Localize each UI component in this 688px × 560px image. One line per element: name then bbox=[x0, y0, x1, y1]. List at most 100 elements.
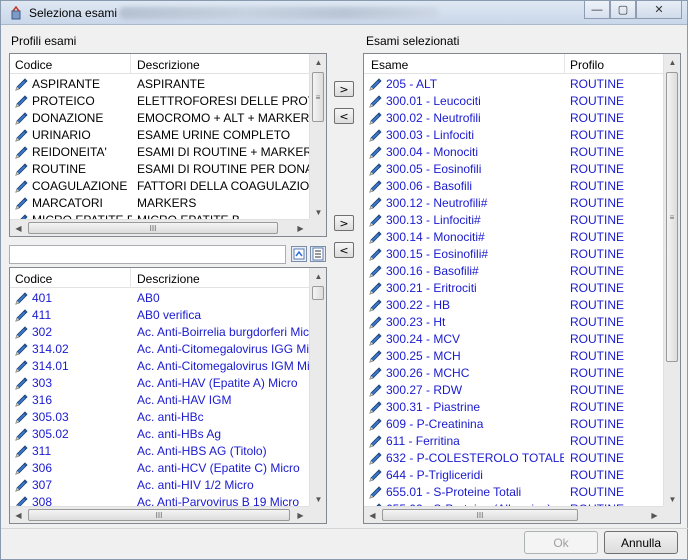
table-row[interactable]: 300.22 - HB ROUTINE bbox=[364, 297, 664, 314]
table-row[interactable]: URINARIO ESAME URINE COMPLETO bbox=[10, 127, 310, 144]
column-header-profilo[interactable]: Profilo bbox=[570, 58, 604, 72]
close-button[interactable]: ✕ bbox=[636, 1, 682, 19]
cell-profile: ROUTINE bbox=[570, 298, 624, 312]
scroll-left-arrow-icon[interactable]: ◀ bbox=[10, 507, 27, 523]
pencil-icon bbox=[368, 77, 383, 92]
scroll-thumb[interactable]: III bbox=[28, 509, 290, 521]
selected-vscroll[interactable]: ▲ ≡ ▼ bbox=[663, 54, 680, 508]
scroll-thumb[interactable]: III bbox=[28, 222, 278, 234]
table-row[interactable]: 303 Ac. Anti-HAV (Epatite A) Micro bbox=[10, 375, 310, 392]
scroll-up-arrow-icon[interactable]: ▲ bbox=[664, 54, 680, 71]
add-exam-button[interactable]: > bbox=[334, 215, 354, 231]
cell-profile: ROUTINE bbox=[570, 400, 624, 414]
table-row[interactable]: MARCATORI MARKERS bbox=[10, 195, 310, 212]
profiles-vscroll[interactable]: ▲ ≡ ▼ bbox=[309, 54, 326, 221]
scroll-up-arrow-icon[interactable]: ▲ bbox=[310, 268, 326, 285]
table-row[interactable]: PROTEICO ELETTROFORESI DELLE PROTEINE bbox=[10, 93, 310, 110]
table-row[interactable]: 632 - P-COLESTEROLO TOTALE ROUTINE bbox=[364, 450, 664, 467]
table-row[interactable]: 314.01 Ac. Anti-Citomegalovirus IGM Micro bbox=[10, 358, 310, 375]
cell-desc: Ac. anti-HIV 1/2 Micro bbox=[137, 478, 254, 492]
table-row[interactable]: 300.25 - MCH ROUTINE bbox=[364, 348, 664, 365]
exam-search-input[interactable] bbox=[9, 245, 286, 264]
table-row[interactable]: 300.23 - Ht ROUTINE bbox=[364, 314, 664, 331]
table-row[interactable]: ROUTINE ESAMI DI ROUTINE PER DONATORI bbox=[10, 161, 310, 178]
scroll-thumb[interactable] bbox=[312, 286, 324, 300]
add-profile-button[interactable]: > bbox=[334, 81, 354, 97]
table-row[interactable]: 300.14 - Monociti# ROUTINE bbox=[364, 229, 664, 246]
cell-profile: ROUTINE bbox=[570, 77, 624, 91]
table-row[interactable]: 302 Ac. Anti-Boirrelia burgdorferi Micro bbox=[10, 324, 310, 341]
table-row[interactable]: DONAZIONE EMOCROMO + ALT + MARKERS bbox=[10, 110, 310, 127]
list-view-icon[interactable] bbox=[310, 246, 326, 262]
table-row[interactable]: 300.06 - Basofili ROUTINE bbox=[364, 178, 664, 195]
table-row[interactable]: 307 Ac. anti-HIV 1/2 Micro bbox=[10, 477, 310, 494]
cell-profile: ROUTINE bbox=[570, 434, 624, 448]
table-row[interactable]: 316 Ac. Anti-HAV IGM bbox=[10, 392, 310, 409]
table-row[interactable]: 644 - P-Trigliceridi ROUTINE bbox=[364, 467, 664, 484]
column-header-descrizione[interactable]: Descrizione bbox=[137, 58, 200, 72]
scroll-thumb[interactable]: ≡ bbox=[666, 72, 678, 362]
pencil-icon bbox=[14, 461, 29, 476]
scroll-right-arrow-icon[interactable]: ▶ bbox=[646, 507, 663, 523]
scroll-thumb[interactable]: III bbox=[382, 509, 578, 521]
table-row[interactable]: 300.24 - MCV ROUTINE bbox=[364, 331, 664, 348]
table-row[interactable]: 300.13 - Linfociti# ROUTINE bbox=[364, 212, 664, 229]
exams-hscroll[interactable]: ◀ III ▶ bbox=[10, 506, 309, 523]
table-row[interactable]: 300.15 - Eosinofili# ROUTINE bbox=[364, 246, 664, 263]
table-row[interactable]: ASPIRANTE ASPIRANTE bbox=[10, 76, 310, 93]
table-row[interactable]: 300.05 - Eosinofili ROUTINE bbox=[364, 161, 664, 178]
column-header-codice[interactable]: Codice bbox=[15, 272, 52, 286]
scroll-left-arrow-icon[interactable]: ◀ bbox=[364, 507, 381, 523]
table-row[interactable]: 655.01 - S-Proteine Totali ROUTINE bbox=[364, 484, 664, 501]
minimize-button[interactable]: — bbox=[584, 1, 610, 19]
table-row[interactable]: 611 - Ferritina ROUTINE bbox=[364, 433, 664, 450]
table-row[interactable]: 306 Ac. anti-HCV (Epatite C) Micro bbox=[10, 460, 310, 477]
table-row[interactable]: 314.02 Ac. Anti-Citomegalovirus IGG Micro bbox=[10, 341, 310, 358]
table-row[interactable]: 311 Ac. Anti-HBS AG (Titolo) bbox=[10, 443, 310, 460]
pencil-icon bbox=[368, 451, 383, 466]
remove-exam-button[interactable]: < bbox=[334, 242, 354, 258]
table-row[interactable]: 300.21 - Eritrociti ROUTINE bbox=[364, 280, 664, 297]
pencil-icon bbox=[14, 410, 29, 425]
table-row[interactable]: 300.27 - RDW ROUTINE bbox=[364, 382, 664, 399]
table-row[interactable]: 300.03 - Linfociti ROUTINE bbox=[364, 127, 664, 144]
exams-vscroll[interactable]: ▲ ▼ bbox=[309, 268, 326, 508]
cell-profile: ROUTINE bbox=[570, 94, 624, 108]
table-row[interactable]: 300.16 - Basofili# ROUTINE bbox=[364, 263, 664, 280]
table-row[interactable]: 305.02 Ac. anti-HBs Ag bbox=[10, 426, 310, 443]
table-row[interactable]: 300.04 - Monociti ROUTINE bbox=[364, 144, 664, 161]
cancel-button[interactable]: Annulla bbox=[604, 531, 678, 554]
refresh-icon[interactable] bbox=[291, 246, 307, 262]
table-row[interactable]: 300.02 - Neutrofili ROUTINE bbox=[364, 110, 664, 127]
title-bar[interactable]: Seleziona esami — ▢ ✕ bbox=[1, 1, 687, 25]
selected-hscroll[interactable]: ◀ III ▶ bbox=[364, 506, 663, 523]
table-row[interactable]: 300.12 - Neutrofili# ROUTINE bbox=[364, 195, 664, 212]
table-row[interactable]: 300.26 - MCHC ROUTINE bbox=[364, 365, 664, 382]
scroll-left-arrow-icon[interactable]: ◀ bbox=[10, 220, 27, 236]
table-row[interactable]: 411 AB0 verifica bbox=[10, 307, 310, 324]
column-header-codice[interactable]: Codice bbox=[15, 58, 52, 72]
ok-button[interactable]: Ok bbox=[524, 531, 598, 554]
column-header-descrizione[interactable]: Descrizione bbox=[137, 272, 200, 286]
scroll-thumb[interactable]: ≡ bbox=[312, 72, 324, 122]
table-row[interactable]: 300.31 - Piastrine ROUTINE bbox=[364, 399, 664, 416]
cell-exam: 300.15 - Eosinofili# bbox=[386, 247, 489, 261]
profiles-hscroll[interactable]: ◀ III ▶ bbox=[10, 219, 309, 236]
scroll-right-arrow-icon[interactable]: ▶ bbox=[292, 507, 309, 523]
scroll-right-arrow-icon[interactable]: ▶ bbox=[292, 220, 309, 236]
cell-code: ASPIRANTE bbox=[32, 77, 101, 91]
column-header-esame[interactable]: Esame bbox=[371, 58, 408, 72]
table-row[interactable]: COAGULAZIONE FATTORI DELLA COAGULAZIONE bbox=[10, 178, 310, 195]
table-row[interactable]: 300.01 - Leucociti ROUTINE bbox=[364, 93, 664, 110]
table-row[interactable]: REIDONEITA' ESAMI DI ROUTINE + MARKERS bbox=[10, 144, 310, 161]
table-row[interactable]: 205 - ALT ROUTINE bbox=[364, 76, 664, 93]
table-row[interactable]: 305.03 Ac. anti-HBc bbox=[10, 409, 310, 426]
remove-profile-button[interactable]: < bbox=[334, 108, 354, 124]
table-row[interactable]: 609 - P-Creatinina ROUTINE bbox=[364, 416, 664, 433]
scroll-up-arrow-icon[interactable]: ▲ bbox=[310, 54, 326, 71]
pencil-icon bbox=[14, 162, 29, 177]
table-row[interactable]: 401 AB0 bbox=[10, 290, 310, 307]
cell-code: 302 bbox=[32, 325, 53, 339]
cell-exam: 300.01 - Leucociti bbox=[386, 94, 481, 108]
maximize-button[interactable]: ▢ bbox=[610, 1, 636, 19]
